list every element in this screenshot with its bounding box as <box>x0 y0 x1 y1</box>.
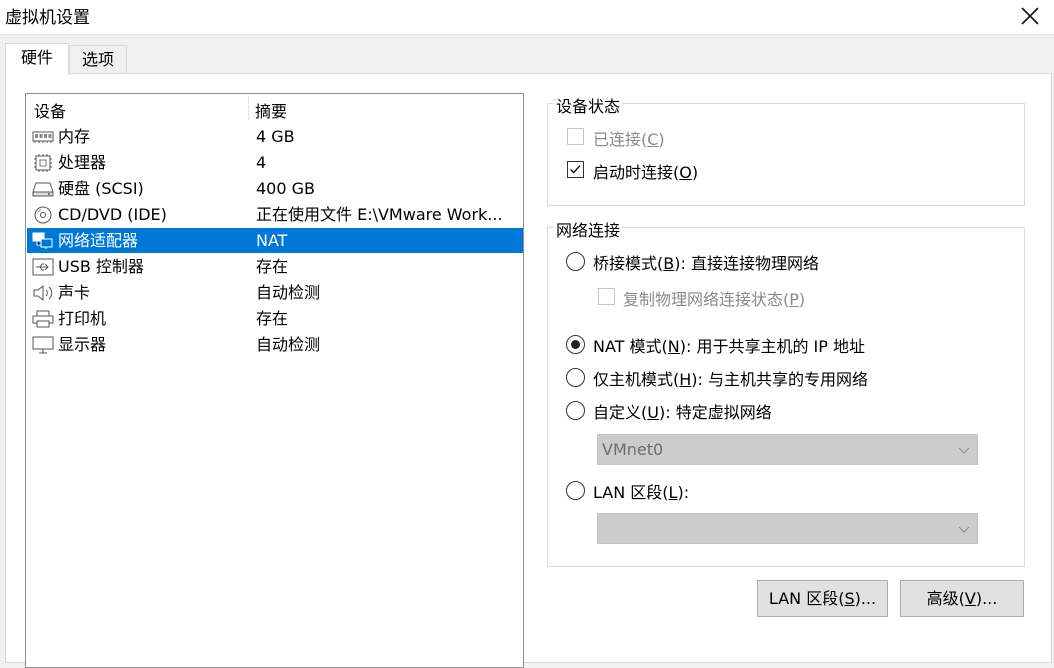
network-adapter-icon <box>32 232 53 249</box>
host-only-label: 仅主机模式(H): 与主机共享的专用网络 <box>593 370 869 389</box>
replicate-state-label: 复制物理网络连接状态(P) <box>623 290 806 309</box>
host-only-radio[interactable] <box>566 368 585 387</box>
lan-segment-radio[interactable] <box>566 481 585 500</box>
column-header-summary[interactable]: 摘要 <box>255 98 287 122</box>
device-row-usb[interactable]: USB 控制器 存在 <box>27 254 523 279</box>
device-name: CD/DVD (IDE) <box>58 205 167 224</box>
lan-segments-button[interactable]: LAN 区段(S)... <box>757 580 888 617</box>
device-row-processor[interactable]: 处理器 4 <box>27 150 523 175</box>
processor-icon <box>34 154 52 172</box>
device-row-cd-dvd[interactable]: CD/DVD (IDE) 正在使用文件 E:\VMware Work... <box>27 202 523 227</box>
device-name: 网络适配器 <box>58 231 139 250</box>
custom-label: 自定义(U): 特定虚拟网络 <box>593 403 772 422</box>
connect-at-power-on-label: 启动时连接(O) <box>593 163 699 182</box>
column-separator[interactable] <box>248 96 249 120</box>
device-name: 处理器 <box>58 153 107 172</box>
printer-icon <box>32 310 54 328</box>
nat-label: NAT 模式(N): 用于共享主机的 IP 地址 <box>593 337 866 356</box>
bridged-label: 桥接模式(B): 直接连接物理网络 <box>593 254 819 273</box>
device-summary: 存在 <box>256 309 289 328</box>
device-row-hard-disk[interactable]: 硬盘 (SCSI) 400 GB <box>27 176 523 201</box>
radio-selected-dot <box>571 340 580 349</box>
device-name: 内存 <box>58 127 91 146</box>
title-bar: 虚拟机设置 <box>0 0 1054 35</box>
device-list[interactable]: 设备 摘要 内存 4 GB 处理器 4 硬盘 (SCSI) 400 GB CD/… <box>25 93 524 668</box>
connected-checkbox[interactable] <box>567 128 584 145</box>
device-name: USB 控制器 <box>58 257 144 276</box>
device-status-group <box>547 103 1025 206</box>
device-summary: 4 <box>256 153 267 172</box>
lan-segment-label: LAN 区段(L): <box>593 483 690 502</box>
device-name: 硬盘 (SCSI) <box>58 179 144 198</box>
memory-icon <box>32 131 54 143</box>
chevron-down-icon <box>958 447 970 454</box>
device-summary: 自动检测 <box>256 335 321 354</box>
cd-dvd-icon <box>34 206 52 224</box>
device-row-printer[interactable]: 打印机 存在 <box>27 306 523 331</box>
device-status-legend: 设备状态 <box>554 93 623 117</box>
device-name: 打印机 <box>58 309 107 328</box>
device-name: 显示器 <box>58 335 107 354</box>
hard-disk-icon <box>32 182 54 197</box>
custom-network-value: VMnet0 <box>602 440 664 459</box>
device-row-network-adapter[interactable]: 网络适配器 NAT <box>27 228 523 253</box>
tab-options[interactable]: 选项 <box>69 45 127 74</box>
tab-hardware[interactable]: 硬件 <box>5 43 69 75</box>
window-title: 虚拟机设置 <box>5 8 90 28</box>
checkmark-icon <box>570 165 581 174</box>
device-summary: 400 GB <box>256 179 315 198</box>
device-summary: 存在 <box>256 257 289 276</box>
chevron-down-icon <box>958 526 970 533</box>
custom-radio[interactable] <box>566 401 585 420</box>
display-icon <box>32 336 54 354</box>
device-row-sound-card[interactable]: 声卡 自动检测 <box>27 280 523 305</box>
close-icon[interactable] <box>1016 2 1044 30</box>
connected-label: 已连接(C) <box>593 130 665 149</box>
sound-icon <box>33 284 53 302</box>
lan-segment-select[interactable] <box>597 513 978 544</box>
network-connection-legend: 网络连接 <box>554 217 623 241</box>
device-summary: 自动检测 <box>256 283 321 302</box>
device-summary: 4 GB <box>256 127 295 146</box>
device-summary: 正在使用文件 E:\VMware Work... <box>256 205 503 224</box>
device-summary: NAT <box>256 231 288 250</box>
custom-network-select[interactable]: VMnet0 <box>597 434 978 465</box>
connect-at-power-on-checkbox[interactable] <box>567 161 584 178</box>
device-name: 声卡 <box>58 283 91 302</box>
column-header-device[interactable]: 设备 <box>34 98 66 122</box>
replicate-state-checkbox[interactable] <box>598 288 615 305</box>
nat-radio[interactable] <box>566 335 585 354</box>
device-row-memory[interactable]: 内存 4 GB <box>27 124 523 149</box>
advanced-button[interactable]: 高级(V)... <box>900 580 1024 617</box>
bridged-radio[interactable] <box>566 252 585 271</box>
usb-icon <box>32 258 54 276</box>
device-row-display[interactable]: 显示器 自动检测 <box>27 332 523 357</box>
